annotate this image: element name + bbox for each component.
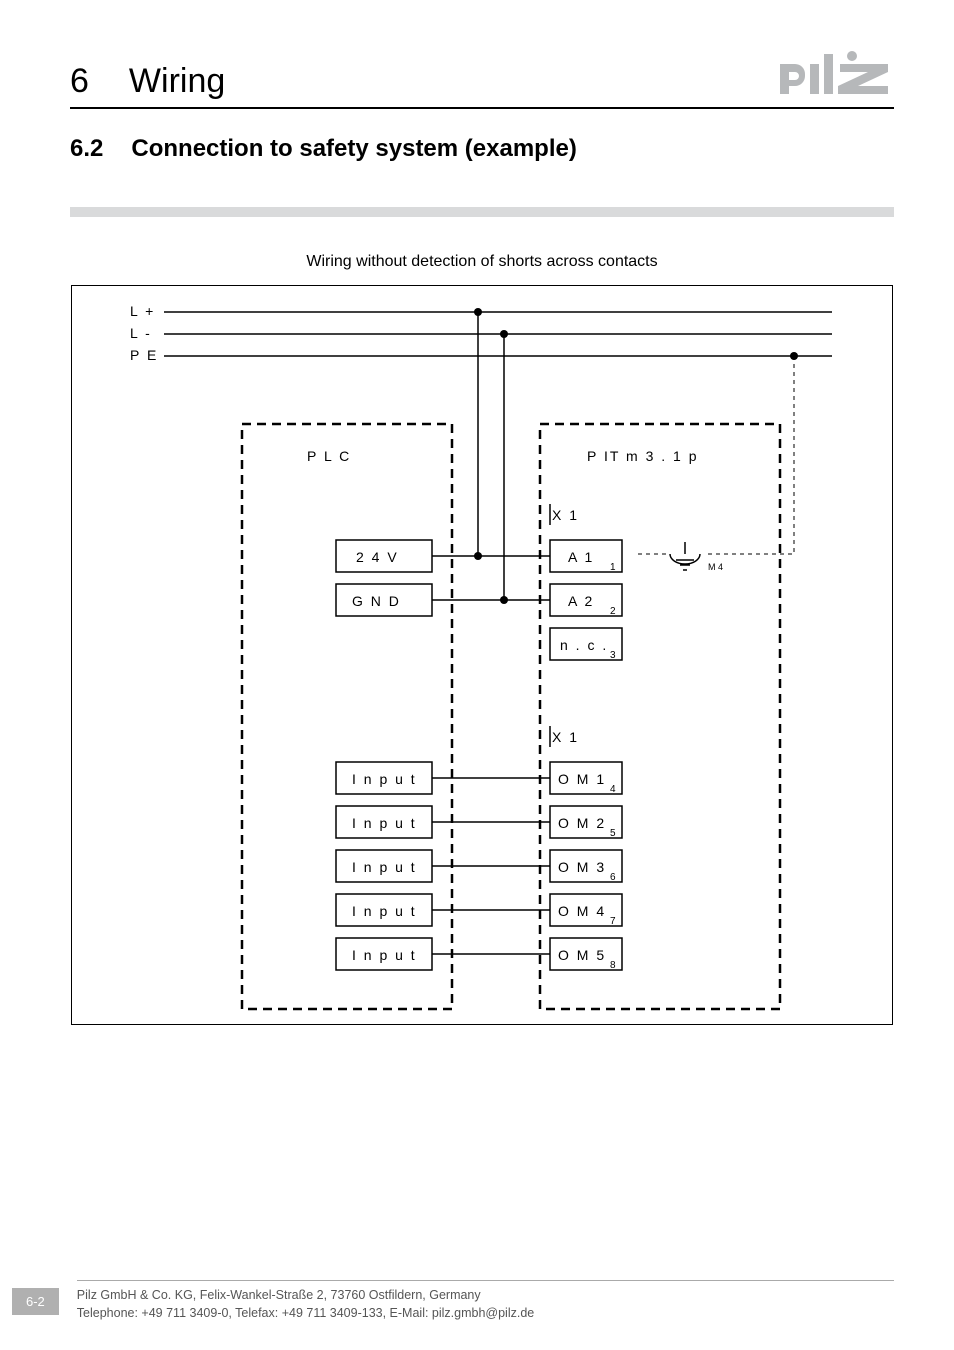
pit-om1-num: 4 [610, 784, 616, 795]
plc-input-3: I n p u t [352, 859, 417, 875]
plc-input-5: I n p u t [352, 947, 417, 963]
plc-input-1: I n p u t [352, 771, 417, 787]
pit-nc-num: 3 [610, 650, 616, 661]
chapter-number: 6 [70, 62, 89, 101]
footer-line-1: Pilz GmbH & Co. KG, Felix-Wankel-Straße … [77, 1287, 894, 1305]
wiring-diagram: L + L - P E P L C P IT m 3 . 1 p 2 4 V G… [70, 285, 894, 1025]
plc-input-4: I n p u t [352, 903, 417, 919]
diagram-caption: Wiring without detection of shorts acros… [70, 253, 894, 271]
rail-label-pe: P E [130, 347, 158, 363]
diagram-frame: L + L - P E P L C P IT m 3 . 1 p 2 4 V G… [71, 285, 893, 1025]
pit-earth-label: M 4 [708, 562, 723, 572]
plc-24v: 2 4 V [356, 549, 399, 565]
rail-label-lminus: L - [130, 325, 152, 341]
pit-a2-num: 2 [610, 606, 616, 617]
rail-label-lplus: L + [130, 303, 155, 319]
section-number: 6.2 [70, 135, 103, 163]
section-heading: 6.2 Connection to safety system (example… [70, 135, 894, 163]
pit-om4: O M 4 [558, 903, 606, 919]
plc-input-2: I n p u t [352, 815, 417, 831]
pit-x1b-label: X 1 [552, 729, 579, 745]
plc-title: P L C [307, 448, 351, 464]
pit-a1: A 1 [568, 549, 594, 565]
footer-text: Pilz GmbH & Co. KG, Felix-Wankel-Straße … [77, 1280, 894, 1322]
pit-om2: O M 2 [558, 815, 606, 831]
section-divider [70, 207, 894, 217]
section-title: Connection to safety system (example) [131, 135, 576, 163]
pit-x1a-label: X 1 [552, 507, 579, 523]
pit-title: P IT m 3 . 1 p [587, 448, 699, 464]
pit-om2-num: 5 [610, 828, 616, 839]
brand-logo [774, 50, 894, 101]
plc-gnd: G N D [352, 593, 401, 609]
footer-line-2: Telephone: +49 711 3409-0, Telefax: +49 … [77, 1305, 894, 1323]
pit-nc: n . c . [560, 637, 608, 653]
page-header: 6 Wiring [70, 50, 894, 101]
page: 6 Wiring 6.2 Connection to sa [0, 0, 954, 1350]
pit-om5-num: 8 [610, 960, 616, 971]
page-footer: 6-2 Pilz GmbH & Co. KG, Felix-Wankel-Str… [0, 1280, 954, 1322]
earth-icon [670, 542, 700, 570]
pit-a1-num: 1 [610, 562, 616, 573]
chapter-title: Wiring [129, 62, 225, 101]
pit-a2: A 2 [568, 593, 594, 609]
page-number-badge: 6-2 [12, 1288, 59, 1315]
pit-om1: O M 1 [558, 771, 606, 787]
header-rule [70, 107, 894, 109]
pit-om3-num: 6 [610, 872, 616, 883]
pit-om3: O M 3 [558, 859, 606, 875]
pit-om5: O M 5 [558, 947, 606, 963]
pit-om4-num: 7 [610, 916, 616, 927]
header-left: 6 Wiring [70, 62, 225, 101]
